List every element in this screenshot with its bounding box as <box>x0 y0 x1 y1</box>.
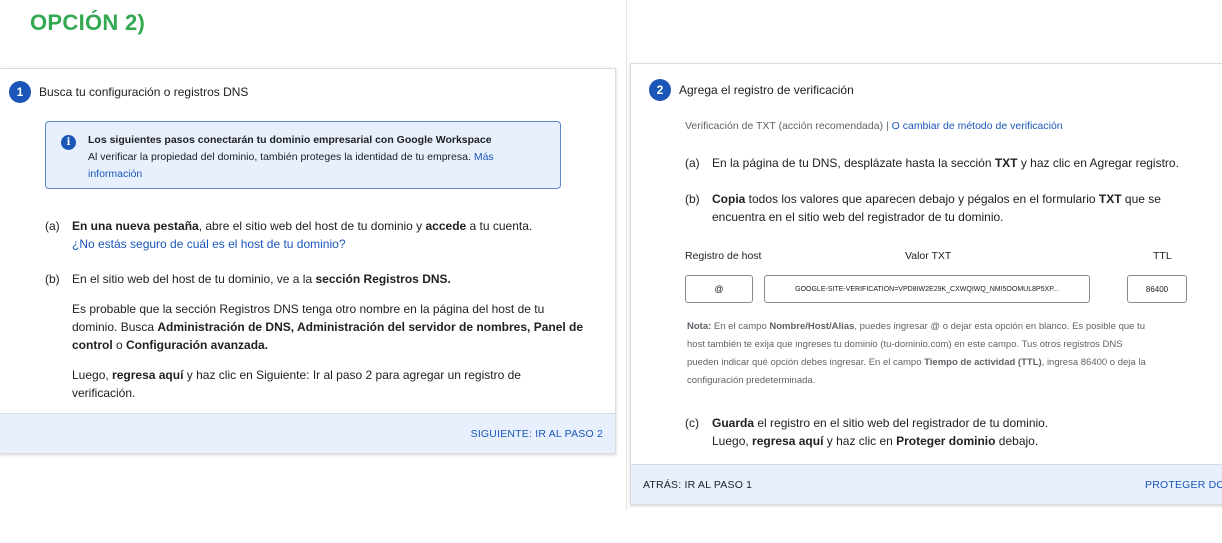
host-record-header: Registro de host <box>685 250 762 262</box>
note-line3-b: Tiempo de actividad (TTL) <box>924 357 1042 368</box>
c-line2-b: regresa aquí <box>752 434 824 448</box>
find-domain-host-link[interactable]: ¿No estás seguro de cuál es el host de t… <box>72 235 346 253</box>
c-line2-a: Luego, <box>712 434 753 448</box>
more-info-link[interactable]: Más <box>474 151 494 163</box>
step-2-item-a: (a) En la página de tu DNS, desplázate h… <box>685 154 1215 174</box>
note-line4: configuración predeterminada. <box>687 375 816 386</box>
method-separator: | <box>885 120 889 132</box>
verification-method-line: Verificación de TXT (acción recomendada)… <box>685 120 1063 132</box>
step-2-header: 2 Agrega el registro de verificación <box>649 79 854 101</box>
page-heading: OPCIÓN 2) <box>30 10 146 35</box>
item-letter: (b) <box>685 192 700 206</box>
step-1-item-a: (a) En una nueva pestaña, abre el sitio … <box>45 217 585 257</box>
save-emphasis: Guarda <box>712 416 755 430</box>
item-b-text: En el sitio web del host de tu dominio, … <box>72 270 451 288</box>
item-a-text: En una nueva pestaña, abre el sitio web … <box>72 217 532 235</box>
item-b-line2: encuentra en el sitio web del registrado… <box>712 210 1004 224</box>
info-banner-text: Al verificar la propiedad del dominio, t… <box>88 151 471 163</box>
protect-domain-button[interactable]: PROTEGER DOMINIO <box>1145 479 1222 491</box>
item-letter: (a) <box>45 219 60 233</box>
copy-emphasis: Copia <box>712 192 746 206</box>
vertical-divider <box>626 0 627 510</box>
txt-value-field[interactable]: GOOGLE-SITE-VERIFICATION=VPD8IW2E29K_CXW… <box>764 275 1090 303</box>
item-a-text-2: , abre el sitio web del host de tu domin… <box>198 219 426 233</box>
step-1-header: 1 Busca tu configuración o registros DNS <box>9 81 248 103</box>
item-a-text-4: a tu cuenta. <box>466 219 533 233</box>
c-line2-e: debajo. <box>995 434 1039 448</box>
note-line3-c: , ingresa 86400 o deja la <box>1041 357 1146 368</box>
ttl-header: TTL <box>1153 250 1172 262</box>
para1-line3-c: Configuración avanzada. <box>126 338 269 352</box>
step2-b-text-4: que se <box>1121 192 1161 206</box>
note-label: Nota: <box>687 321 712 332</box>
info-banner: i Los siguientes pasos conectarán tu dom… <box>45 121 561 189</box>
txt-value-header: Valor TXT <box>905 250 952 262</box>
txt-emphasis: TXT <box>994 156 1018 170</box>
ttl-field[interactable]: 86400 <box>1127 275 1187 303</box>
txt-emphasis-2: TXT <box>1098 192 1122 206</box>
para1-line2-a: dominio. Busca <box>72 320 158 334</box>
step-2-card: 2 Agrega el registro de verificación Ver… <box>630 63 1222 505</box>
para1-line3-a: control <box>72 338 113 352</box>
step2-a-text-3: y haz clic en Agregar registro. <box>1017 156 1179 170</box>
item-b-text-1: En el sitio web del host de tu dominio, … <box>72 272 316 286</box>
step-2-item-c: (c) Guarda el registro en el sitio web d… <box>685 414 1215 454</box>
host-record-field[interactable]: @ <box>685 275 753 303</box>
step-2-footer: ATRÁS: IR AL PASO 1 PROTEGER DOMINIO <box>631 464 1222 504</box>
item-b-para2-line1: Luego, regresa aquí y haz clic en Siguie… <box>72 366 521 384</box>
step-2-title: Agrega el registro de verificación <box>679 83 854 97</box>
step2-c-text-2: el registro en el sitio web del registra… <box>754 416 1049 430</box>
more-info-link-continued[interactable]: información <box>88 166 548 183</box>
para2-line1-b: regresa aquí <box>112 368 184 382</box>
item-c-line1: Guarda el registro en el sitio web del r… <box>712 414 1048 432</box>
new-tab-emphasis: En una nueva pestaña <box>72 219 199 233</box>
note-line2: host también te exija que ingreses tu do… <box>687 339 1123 350</box>
c-line2-d: Proteger dominio <box>896 434 996 448</box>
step-1-card: 1 Busca tu configuración o registros DNS… <box>0 68 616 454</box>
info-banner-body: Al verificar la propiedad del dominio, t… <box>88 149 548 166</box>
step-1-footer: SIGUIENTE: IR AL PASO 2 <box>0 413 615 453</box>
back-step-button[interactable]: ATRÁS: IR AL PASO 1 <box>643 479 752 491</box>
item-b-para1-line2: dominio. Busca Administración de DNS, Ad… <box>72 318 583 336</box>
para2-line1-a: Luego, <box>72 368 113 382</box>
para2-line1-c: y haz clic en Siguiente: Ir al paso 2 pa… <box>183 368 521 382</box>
note-text: Nota: En el campo Nombre/Host/Alias, pue… <box>687 318 1187 390</box>
para1-line2-b: Administración de DNS, Administración de… <box>157 320 584 334</box>
para1-line3-b: o <box>112 338 127 352</box>
step-1-item-b: (b) En el sitio web del host de tu domin… <box>45 270 605 410</box>
verification-method-label: Verificación de TXT (acción recomendada) <box>685 120 884 132</box>
item-letter: (c) <box>685 416 699 430</box>
note-line1-d: , puedes ingresar @ o dejar esta opción … <box>854 321 1145 332</box>
step-2-number-badge: 2 <box>649 79 671 101</box>
step2-a-text-1: En la página de tu DNS, desplázate hasta… <box>712 156 995 170</box>
dns-records-emphasis: sección Registros DNS. <box>315 272 451 286</box>
item-b-para1-line1: Es probable que la sección Registros DNS… <box>72 302 545 316</box>
note-line3-a: pueden indicar qué opción debes ingresar… <box>687 357 925 368</box>
item-b-para2-line2: verificación. <box>72 386 136 400</box>
note-line1-c: Nombre/Host/Alias <box>769 321 855 332</box>
step-2-item-b: (b) Copia todos los valores que aparecen… <box>685 190 1215 230</box>
note-line3: pueden indicar qué opción debes ingresar… <box>687 354 1187 372</box>
sign-in-emphasis: accede <box>425 219 467 233</box>
step2-b-text-2: todos los valores que aparecen debajo y … <box>745 192 1099 206</box>
item-letter: (b) <box>45 272 60 286</box>
note-line1-b: En el campo <box>711 321 770 332</box>
item-b-line1: Copia todos los valores que aparecen deb… <box>712 190 1161 208</box>
c-line2-c: y haz clic en <box>823 434 897 448</box>
step-1-title: Busca tu configuración o registros DNS <box>39 85 249 99</box>
item-c-line2: Luego, regresa aquí y haz clic en Proteg… <box>712 432 1038 450</box>
note-line1: Nota: En el campo Nombre/Host/Alias, pue… <box>687 318 1187 336</box>
info-icon: i <box>61 135 76 150</box>
next-step-button[interactable]: SIGUIENTE: IR AL PASO 2 <box>471 428 603 440</box>
item-letter: (a) <box>685 156 700 170</box>
step-1-number-badge: 1 <box>9 81 31 103</box>
item-b-para1-line3: control o Configuración avanzada. <box>72 336 268 354</box>
item-a-text: En la página de tu DNS, desplázate hasta… <box>712 154 1179 172</box>
change-method-link[interactable]: O cambiar de método de verificación <box>892 120 1063 132</box>
info-banner-title: Los siguientes pasos conectarán tu domin… <box>88 134 492 146</box>
